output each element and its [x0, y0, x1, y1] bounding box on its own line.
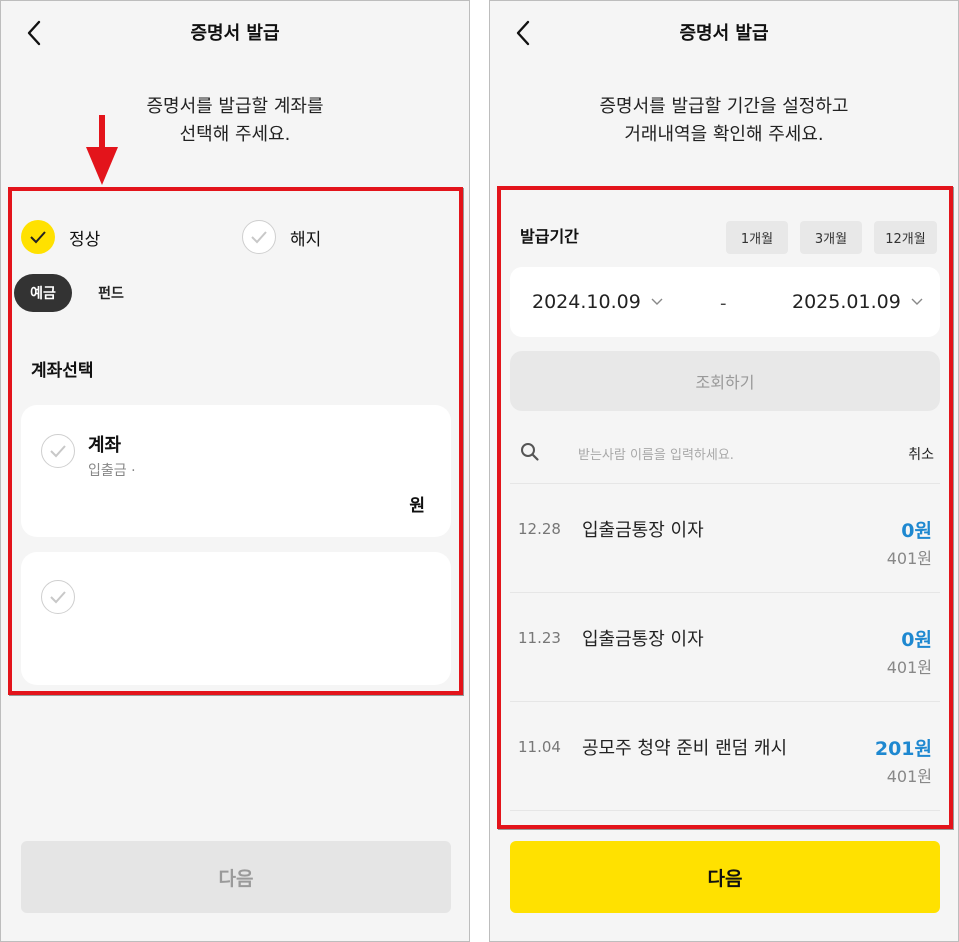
guide-line: 증명서를 발급할 기간을 설정하고 [599, 96, 849, 117]
transaction-balance: 401원 [886, 767, 932, 786]
guide-text: 증명서를 발급할 계좌를 선택해 주세요. [1, 93, 469, 149]
chevron-down-icon [911, 298, 923, 305]
account-card-empty[interactable] [21, 552, 451, 685]
account-select-screen: 증명서 발급 증명서를 발급할 계좌를 선택해 주세요. 정상 해지 예금 펀드… [0, 0, 470, 942]
page-title: 증명서 발급 [190, 23, 280, 44]
cancel-button[interactable]: 취소 [908, 444, 934, 464]
period-chip-12m[interactable]: 12개월 [874, 221, 937, 254]
guide-line: 거래내역을 확인해 주세요. [624, 124, 824, 145]
transaction-date: 12.28 [518, 520, 561, 538]
check-icon [41, 580, 75, 614]
status-option-label: 해지 [290, 229, 322, 250]
account-type: 입출금 · [88, 463, 136, 479]
transaction-row[interactable]: 12.28 입출금통장 이자 0원 401원 [510, 483, 940, 592]
down-arrow-annotation-icon [86, 115, 118, 185]
query-button[interactable]: 조회하기 [510, 351, 940, 411]
next-button[interactable]: 다음 [21, 841, 451, 913]
check-icon [242, 220, 276, 254]
end-date-value: 2025.01.09 [792, 291, 901, 313]
start-date-value: 2024.10.09 [532, 291, 641, 313]
status-option-normal[interactable]: 정상 [21, 220, 100, 254]
guide-text: 증명서를 발급할 기간을 설정하고 거래내역을 확인해 주세요. [490, 93, 958, 149]
transaction-amount: 0원 [901, 629, 932, 651]
transaction-date: 11.04 [518, 738, 561, 756]
guide-line: 증명서를 발급할 계좌를 [146, 96, 324, 117]
transaction-desc: 입출금통장 이자 [582, 520, 704, 541]
period-select-screen: 증명서 발급 증명서를 발급할 기간을 설정하고 거래내역을 확인해 주세요. … [489, 0, 959, 942]
date-separator: - [720, 293, 727, 314]
transaction-date: 11.23 [518, 629, 561, 647]
date-range: 2024.10.09 - 2025.01.09 [510, 267, 940, 337]
period-label: 발급기간 [520, 227, 579, 246]
transaction-row[interactable]: 11.23 입출금통장 이자 0원 401원 [510, 592, 940, 701]
transaction-balance: 401원 [886, 549, 932, 568]
tab-deposit[interactable]: 예금 [14, 274, 72, 312]
transaction-amount: 201원 [874, 738, 932, 760]
check-icon [21, 220, 55, 254]
check-icon [41, 434, 75, 468]
search-input[interactable] [578, 444, 878, 466]
start-date-select[interactable]: 2024.10.09 [532, 291, 663, 313]
end-date-select[interactable]: 2025.01.09 [792, 291, 923, 313]
page-title: 증명서 발급 [679, 23, 769, 44]
tab-fund[interactable]: 펀드 [83, 274, 139, 312]
account-card[interactable]: 계좌 입출금 · 원 [21, 405, 451, 537]
list-divider [510, 810, 940, 811]
account-balance: 원 [409, 496, 425, 516]
guide-line: 선택해 주세요. [179, 124, 291, 145]
search-icon [521, 443, 539, 461]
period-chip-1m[interactable]: 1개월 [726, 221, 788, 254]
status-option-label: 정상 [69, 229, 101, 250]
period-chip-3m[interactable]: 3개월 [800, 221, 862, 254]
transaction-amount: 0원 [901, 520, 932, 542]
transaction-balance: 401원 [886, 658, 932, 677]
transaction-desc: 공모주 청약 준비 랜덤 캐시 [582, 738, 788, 759]
section-title: 계좌선택 [31, 361, 94, 381]
account-name: 계좌 [88, 435, 122, 456]
next-button[interactable]: 다음 [510, 841, 940, 913]
status-option-closed[interactable]: 해지 [242, 220, 321, 254]
transaction-row[interactable]: 11.04 공모주 청약 준비 랜덤 캐시 201원 401원 [510, 701, 940, 810]
transaction-desc: 입출금통장 이자 [582, 629, 704, 650]
chevron-down-icon [651, 298, 663, 305]
